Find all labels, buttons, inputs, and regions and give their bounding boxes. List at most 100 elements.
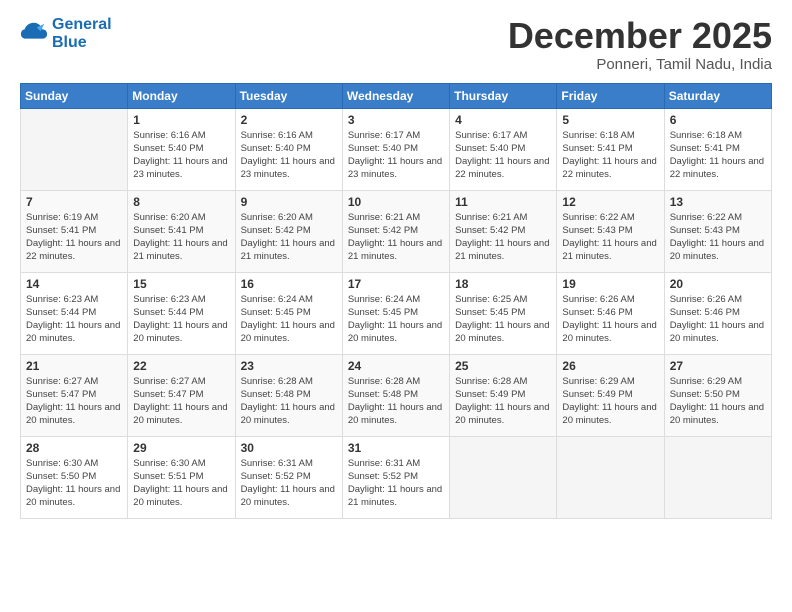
day-info: Sunrise: 6:31 AM Sunset: 5:52 PM Dayligh… [241,457,337,510]
day-info: Sunrise: 6:16 AM Sunset: 5:40 PM Dayligh… [241,129,337,182]
day-info: Sunrise: 6:29 AM Sunset: 5:50 PM Dayligh… [670,375,766,428]
day-number: 24 [348,359,444,373]
day-info: Sunrise: 6:23 AM Sunset: 5:44 PM Dayligh… [133,293,229,346]
day-info: Sunrise: 6:17 AM Sunset: 5:40 PM Dayligh… [455,129,551,182]
day-info: Sunrise: 6:26 AM Sunset: 5:46 PM Dayligh… [562,293,658,346]
day-number: 13 [670,195,766,209]
day-info: Sunrise: 6:16 AM Sunset: 5:40 PM Dayligh… [133,129,229,182]
day-number: 6 [670,113,766,127]
day-number: 2 [241,113,337,127]
day-number: 19 [562,277,658,291]
day-info: Sunrise: 6:20 AM Sunset: 5:41 PM Dayligh… [133,211,229,264]
day-number: 21 [26,359,122,373]
day-info: Sunrise: 6:22 AM Sunset: 5:43 PM Dayligh… [562,211,658,264]
day-number: 30 [241,441,337,455]
calendar-cell: 16 Sunrise: 6:24 AM Sunset: 5:45 PM Dayli… [235,272,342,354]
day-number: 20 [670,277,766,291]
calendar-cell: 21Sunrise: 6:27 AM Sunset: 5:47 PM Dayli… [21,354,128,436]
calendar-cell: 3 Sunrise: 6:17 AM Sunset: 5:40 PM Daylig… [342,108,449,190]
calendar-cell: 15 Sunrise: 6:23 AM Sunset: 5:44 PM Dayli… [128,272,235,354]
day-info: Sunrise: 6:28 AM Sunset: 5:49 PM Dayligh… [455,375,551,428]
calendar-cell: 12 Sunrise: 6:22 AM Sunset: 5:43 PM Dayli… [557,190,664,272]
header-monday: Monday [128,83,235,108]
calendar-cell [664,436,771,518]
header-sunday: Sunday [21,83,128,108]
calendar-cell: 6 Sunrise: 6:18 AM Sunset: 5:41 PM Daylig… [664,108,771,190]
day-number: 15 [133,277,229,291]
day-info: Sunrise: 6:25 AM Sunset: 5:45 PM Dayligh… [455,293,551,346]
day-info: Sunrise: 6:27 AM Sunset: 5:47 PM Dayligh… [133,375,229,428]
calendar-cell: 13 Sunrise: 6:22 AM Sunset: 5:43 PM Dayli… [664,190,771,272]
day-info: Sunrise: 6:29 AM Sunset: 5:49 PM Dayligh… [562,375,658,428]
day-info: Sunrise: 6:20 AM Sunset: 5:42 PM Dayligh… [241,211,337,264]
week-row-2: 7 Sunrise: 6:19 AM Sunset: 5:41 PM Daylig… [21,190,772,272]
day-info: Sunrise: 6:30 AM Sunset: 5:51 PM Dayligh… [133,457,229,510]
day-number: 8 [133,195,229,209]
day-info: Sunrise: 6:30 AM Sunset: 5:50 PM Dayligh… [26,457,122,510]
calendar-cell: 28 Sunrise: 6:30 AM Sunset: 5:50 PM Dayli… [21,436,128,518]
logo-icon [20,20,48,48]
day-info: Sunrise: 6:24 AM Sunset: 5:45 PM Dayligh… [348,293,444,346]
header-wednesday: Wednesday [342,83,449,108]
week-row-4: 21 Sunrise: 6:27 AM Sunset: 5:47 PM Dayli… [21,354,772,436]
day-number: 14 [26,277,122,291]
calendar-cell: 24Sunrise: 6:28 AM Sunset: 5:48 PM Dayli… [342,354,449,436]
calendar-cell: 1 Sunrise: 6:16 AM Sunset: 5:40 PM Daylig… [128,108,235,190]
calendar-cell: 17Sunrise: 6:24 AM Sunset: 5:45 PM Dayli… [342,272,449,354]
day-number: 22 [133,359,229,373]
header-thursday: Thursday [450,83,557,108]
day-number: 4 [455,113,551,127]
location: Ponneri, Tamil Nadu, India [508,56,772,73]
calendar-cell [450,436,557,518]
calendar-cell: 31Sunrise: 6:31 AM Sunset: 5:52 PM Dayli… [342,436,449,518]
day-info: Sunrise: 6:23 AM Sunset: 5:44 PM Dayligh… [26,293,122,346]
day-info: Sunrise: 6:21 AM Sunset: 5:42 PM Dayligh… [455,211,551,264]
day-info: Sunrise: 6:21 AM Sunset: 5:42 PM Dayligh… [348,211,444,264]
calendar-cell: 10 Sunrise: 6:21 AM Sunset: 5:42 PM Dayli… [342,190,449,272]
header-friday: Friday [557,83,664,108]
calendar-cell: 9 Sunrise: 6:20 AM Sunset: 5:42 PM Daylig… [235,190,342,272]
day-number: 18 [455,277,551,291]
day-number: 9 [241,195,337,209]
weekday-header-row: Sunday Monday Tuesday Wednesday Thursday… [21,83,772,108]
day-number: 10 [348,195,444,209]
calendar-cell: 20Sunrise: 6:26 AM Sunset: 5:46 PM Dayli… [664,272,771,354]
day-number: 3 [348,113,444,127]
calendar-cell: 27Sunrise: 6:29 AM Sunset: 5:50 PM Dayli… [664,354,771,436]
day-info: Sunrise: 6:28 AM Sunset: 5:48 PM Dayligh… [241,375,337,428]
day-number: 28 [26,441,122,455]
page: General Blue December 2025 Ponneri, Tami… [0,0,792,612]
calendar-cell: 18 Sunrise: 6:25 AM Sunset: 5:45 PM Dayli… [450,272,557,354]
calendar-cell: 22 Sunrise: 6:27 AM Sunset: 5:47 PM Dayli… [128,354,235,436]
calendar-cell: 25Sunrise: 6:28 AM Sunset: 5:49 PM Dayli… [450,354,557,436]
calendar-cell: 5 Sunrise: 6:18 AM Sunset: 5:41 PM Daylig… [557,108,664,190]
day-number: 16 [241,277,337,291]
day-number: 5 [562,113,658,127]
header-saturday: Saturday [664,83,771,108]
calendar-cell: 19 Sunrise: 6:26 AM Sunset: 5:46 PM Dayli… [557,272,664,354]
day-info: Sunrise: 6:22 AM Sunset: 5:43 PM Dayligh… [670,211,766,264]
day-number: 7 [26,195,122,209]
day-info: Sunrise: 6:18 AM Sunset: 5:41 PM Dayligh… [670,129,766,182]
week-row-5: 28 Sunrise: 6:30 AM Sunset: 5:50 PM Dayli… [21,436,772,518]
calendar-cell: 2 Sunrise: 6:16 AM Sunset: 5:40 PM Daylig… [235,108,342,190]
week-row-1: 1 Sunrise: 6:16 AM Sunset: 5:40 PM Daylig… [21,108,772,190]
day-number: 29 [133,441,229,455]
day-info: Sunrise: 6:19 AM Sunset: 5:41 PM Dayligh… [26,211,122,264]
header-tuesday: Tuesday [235,83,342,108]
day-info: Sunrise: 6:18 AM Sunset: 5:41 PM Dayligh… [562,129,658,182]
title-area: December 2025 Ponneri, Tamil Nadu, India [508,16,772,73]
calendar-cell [557,436,664,518]
calendar-table: Sunday Monday Tuesday Wednesday Thursday… [20,83,772,519]
logo: General Blue [20,16,112,52]
logo-text: General Blue [52,16,112,52]
day-info: Sunrise: 6:24 AM Sunset: 5:45 PM Dayligh… [241,293,337,346]
calendar-cell: 4 Sunrise: 6:17 AM Sunset: 5:40 PM Daylig… [450,108,557,190]
day-number: 1 [133,113,229,127]
day-number: 12 [562,195,658,209]
calendar-cell: 11Sunrise: 6:21 AM Sunset: 5:42 PM Dayli… [450,190,557,272]
calendar-cell: 23Sunrise: 6:28 AM Sunset: 5:48 PM Dayli… [235,354,342,436]
calendar-cell: 14 Sunrise: 6:23 AM Sunset: 5:44 PM Dayli… [21,272,128,354]
day-info: Sunrise: 6:17 AM Sunset: 5:40 PM Dayligh… [348,129,444,182]
week-row-3: 14 Sunrise: 6:23 AM Sunset: 5:44 PM Dayli… [21,272,772,354]
